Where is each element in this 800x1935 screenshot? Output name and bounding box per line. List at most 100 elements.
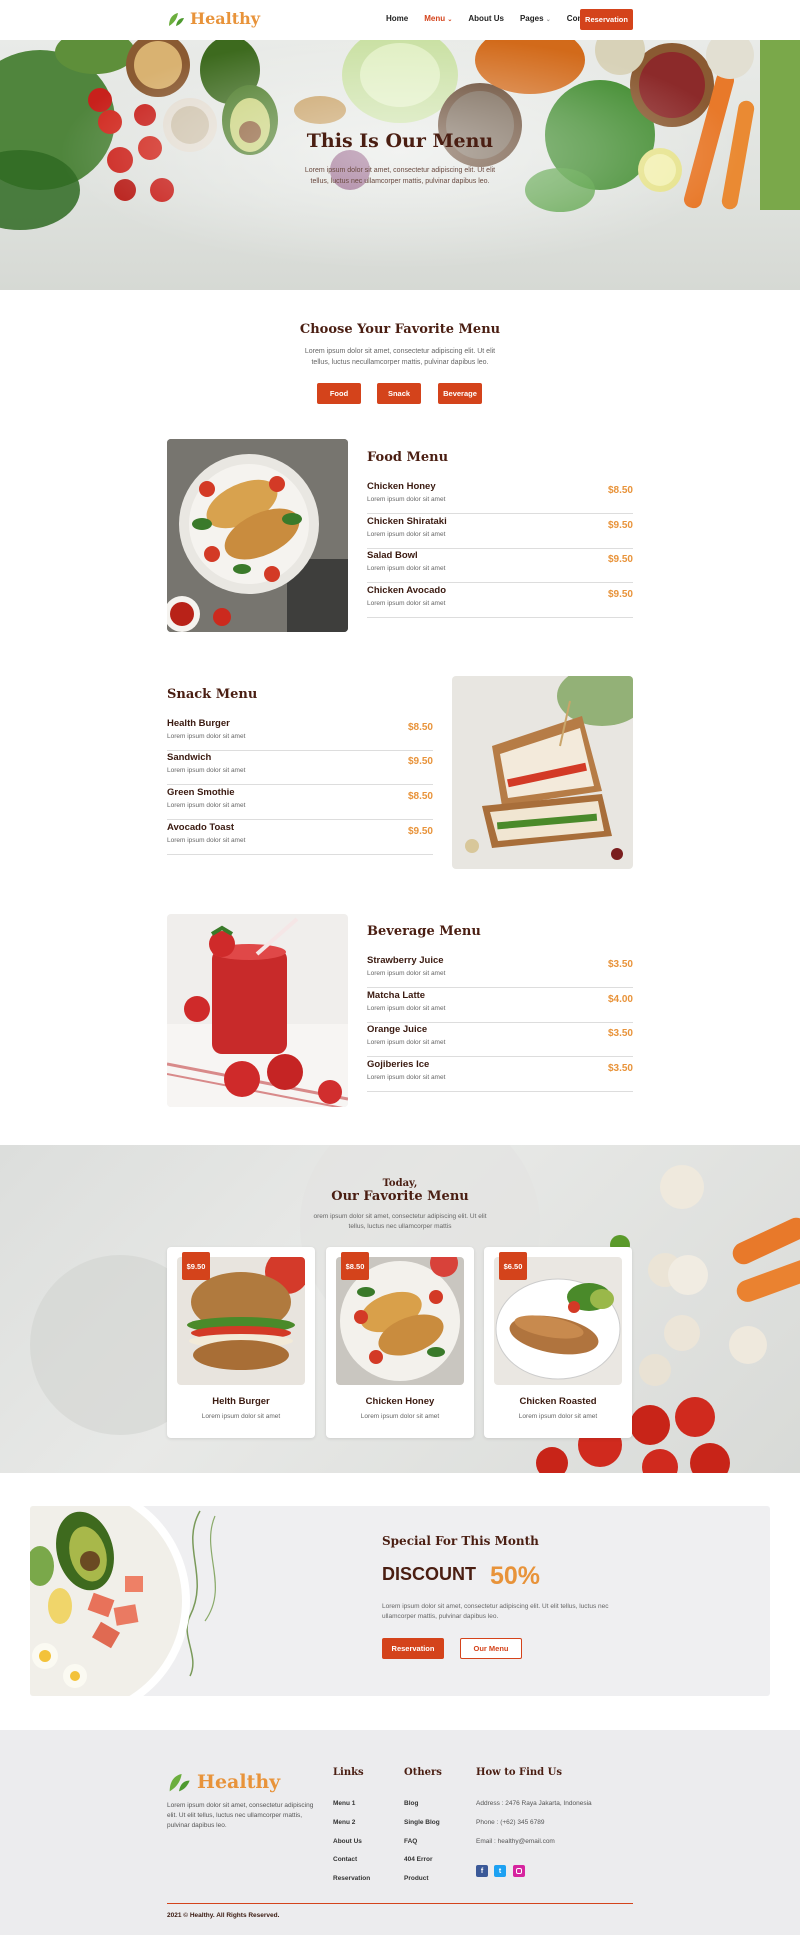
menu-item[interactable]: Orange Juice Lorem ipsum dolor sit amet … bbox=[367, 1024, 633, 1057]
choose-desc: Lorem ipsum dolor sit amet, consectetur … bbox=[304, 348, 496, 366]
item-desc: Lorem ipsum dolor sit amet bbox=[367, 600, 446, 607]
footer-link[interactable]: Blog bbox=[404, 1800, 418, 1807]
chevron-down-icon: ⌄ bbox=[447, 17, 453, 23]
item-price: $9.50 bbox=[407, 756, 433, 767]
item-desc: Lorem ipsum dolor sit amet bbox=[167, 837, 246, 844]
strawberry-juice-image bbox=[167, 914, 348, 1107]
item-desc: Lorem ipsum dolor sit amet bbox=[367, 1039, 446, 1046]
menu-item[interactable]: Chicken Shirataki Lorem ipsum dolor sit … bbox=[367, 516, 633, 549]
nav-about[interactable]: About Us bbox=[468, 14, 504, 23]
logo[interactable]: Healthy bbox=[167, 9, 260, 28]
item-price: $9.50 bbox=[607, 554, 633, 565]
favorite-card[interactable]: $6.50 Chicken Roasted Lorem ipsum dolor … bbox=[484, 1247, 632, 1438]
reservation-button[interactable]: Reservation bbox=[580, 9, 633, 30]
sandwich-image bbox=[452, 676, 633, 869]
copyright: 2021 © Healthy. All Rights Reserved. bbox=[167, 1912, 280, 1919]
item-price: $3.50 bbox=[607, 959, 633, 970]
menu-item[interactable]: Health Burger Lorem ipsum dolor sit amet… bbox=[167, 718, 433, 751]
favorites-desc: orem ipsum dolor sit amet, consectetur a… bbox=[313, 1213, 487, 1230]
item-price: $3.50 bbox=[607, 1063, 633, 1074]
item-desc: Lorem ipsum dolor sit amet bbox=[367, 1074, 446, 1081]
item-desc: Lorem ipsum dolor sit amet bbox=[367, 496, 446, 503]
menu-item[interactable]: Chicken Honey Lorem ipsum dolor sit amet… bbox=[367, 481, 633, 514]
menu-item[interactable]: Chicken Avocado Lorem ipsum dolor sit am… bbox=[367, 585, 633, 618]
footer-link[interactable]: Reservation bbox=[333, 1875, 370, 1882]
discount-value: 50% bbox=[490, 1562, 541, 1590]
footer-logo[interactable]: Healthy bbox=[167, 1770, 280, 1794]
card-desc: Lorem ipsum dolor sit amet bbox=[360, 1413, 440, 1420]
footer-link[interactable]: FAQ bbox=[404, 1838, 417, 1845]
item-name: Gojiberies Ice bbox=[367, 1059, 430, 1070]
leaf-logo-icon bbox=[169, 1774, 190, 1792]
footer-link[interactable]: About Us bbox=[333, 1838, 362, 1845]
item-desc: Lorem ipsum dolor sit amet bbox=[167, 767, 246, 774]
item-price: $3.50 bbox=[607, 1028, 633, 1039]
item-price: $9.50 bbox=[607, 589, 633, 600]
menu-item[interactable]: Matcha Latte Lorem ipsum dolor sit amet … bbox=[367, 990, 633, 1023]
item-desc: Lorem ipsum dolor sit amet bbox=[167, 802, 246, 809]
facebook-icon[interactable]: f bbox=[476, 1865, 488, 1877]
menu-item[interactable]: Strawberry Juice Lorem ipsum dolor sit a… bbox=[367, 955, 633, 988]
item-price: $9.50 bbox=[407, 826, 433, 837]
site-footer bbox=[0, 1730, 800, 1935]
card-name: Chicken Roasted bbox=[519, 1396, 597, 1407]
menu-item[interactable]: Gojiberies Ice Lorem ipsum dolor sit ame… bbox=[367, 1059, 633, 1092]
footer-link[interactable]: Product bbox=[404, 1875, 429, 1882]
footer-link[interactable]: Single Blog bbox=[404, 1819, 440, 1826]
footer-others-title: Others bbox=[404, 1767, 442, 1778]
special-desc: Lorem ipsum dolor sit amet, consectetur … bbox=[382, 1603, 609, 1620]
item-price: $4.00 bbox=[607, 994, 633, 1005]
chevron-down-icon: ⌄ bbox=[545, 17, 551, 23]
favorite-card[interactable]: $8.50 Chicken Honey Lorem ipsum dolor si… bbox=[326, 1247, 474, 1438]
price-badge: $8.50 bbox=[341, 1252, 369, 1280]
nav-pages[interactable]: Pages ⌄ bbox=[520, 14, 551, 23]
our-menu-button[interactable]: Our Menu bbox=[460, 1638, 522, 1659]
item-name: Sandwich bbox=[167, 752, 212, 763]
footer-link[interactable]: Menu 2 bbox=[333, 1819, 355, 1826]
logo-text: Healthy bbox=[190, 9, 261, 28]
footer-link[interactable]: Contact bbox=[333, 1856, 357, 1863]
item-price: $8.50 bbox=[407, 791, 433, 802]
grilled-chicken-plate-image bbox=[167, 439, 348, 632]
special-reservation-button[interactable]: Reservation bbox=[382, 1638, 444, 1659]
card-desc: Lorem ipsum dolor sit amet bbox=[518, 1413, 598, 1420]
item-name: Chicken Avocado bbox=[367, 585, 447, 596]
item-name: Salad Bowl bbox=[367, 550, 418, 561]
special-title: Special For This Month bbox=[382, 1534, 539, 1548]
item-name: Health Burger bbox=[167, 718, 230, 729]
instagram-glyph bbox=[516, 1868, 522, 1874]
nav-home[interactable]: Home bbox=[386, 14, 408, 23]
footer-divider bbox=[167, 1903, 633, 1904]
card-desc: Lorem ipsum dolor sit amet bbox=[201, 1413, 281, 1420]
footer-email[interactable]: Email : healthy@email.com bbox=[476, 1838, 555, 1845]
footer-phone: Phone : (+62) 345 6789 bbox=[476, 1819, 545, 1826]
nav-pages-label: Pages bbox=[519, 14, 544, 23]
item-price: $9.50 bbox=[607, 520, 633, 531]
tab-food[interactable]: Food bbox=[317, 383, 361, 404]
snack-menu-image bbox=[452, 676, 633, 869]
tab-beverage[interactable]: Beverage bbox=[438, 383, 482, 404]
nav-menu[interactable]: Menu ⌄ bbox=[424, 14, 452, 23]
hero-banner: This Is Our Menu Lorem ipsum dolor sit a… bbox=[0, 40, 800, 290]
menu-item[interactable]: Green Smothie Lorem ipsum dolor sit amet… bbox=[167, 787, 433, 820]
item-desc: Lorem ipsum dolor sit amet bbox=[367, 1005, 446, 1012]
instagram-icon[interactable] bbox=[513, 1865, 525, 1877]
favorite-card[interactable]: $9.50 Helth Burger Lorem ipsum dolor sit… bbox=[167, 1247, 315, 1438]
item-name: Avocado Toast bbox=[167, 822, 235, 833]
twitter-icon[interactable]: t bbox=[494, 1865, 506, 1877]
discount-label: DISCOUNT bbox=[382, 1564, 476, 1584]
main-nav: Home Menu ⌄ About Us Pages ⌄ Contact Us bbox=[386, 14, 609, 23]
footer-logo-text: Healthy bbox=[197, 1771, 281, 1793]
menu-item[interactable]: Avocado Toast Lorem ipsum dolor sit amet… bbox=[167, 822, 433, 855]
price-badge: $9.50 bbox=[182, 1252, 210, 1280]
snack-menu-title: Snack Menu bbox=[167, 687, 258, 702]
item-name: Matcha Latte bbox=[367, 990, 426, 1001]
item-price: $8.50 bbox=[607, 485, 633, 496]
favorites-title: Our Favorite Menu bbox=[331, 1189, 469, 1204]
menu-item[interactable]: Salad Bowl Lorem ipsum dolor sit amet $9… bbox=[367, 550, 633, 583]
menu-item[interactable]: Sandwich Lorem ipsum dolor sit amet $9.5… bbox=[167, 752, 433, 785]
footer-link[interactable]: Menu 1 bbox=[333, 1800, 355, 1807]
tab-snack[interactable]: Snack bbox=[377, 383, 421, 404]
price-badge: $6.50 bbox=[499, 1252, 527, 1280]
footer-link[interactable]: 404 Error bbox=[404, 1856, 433, 1863]
